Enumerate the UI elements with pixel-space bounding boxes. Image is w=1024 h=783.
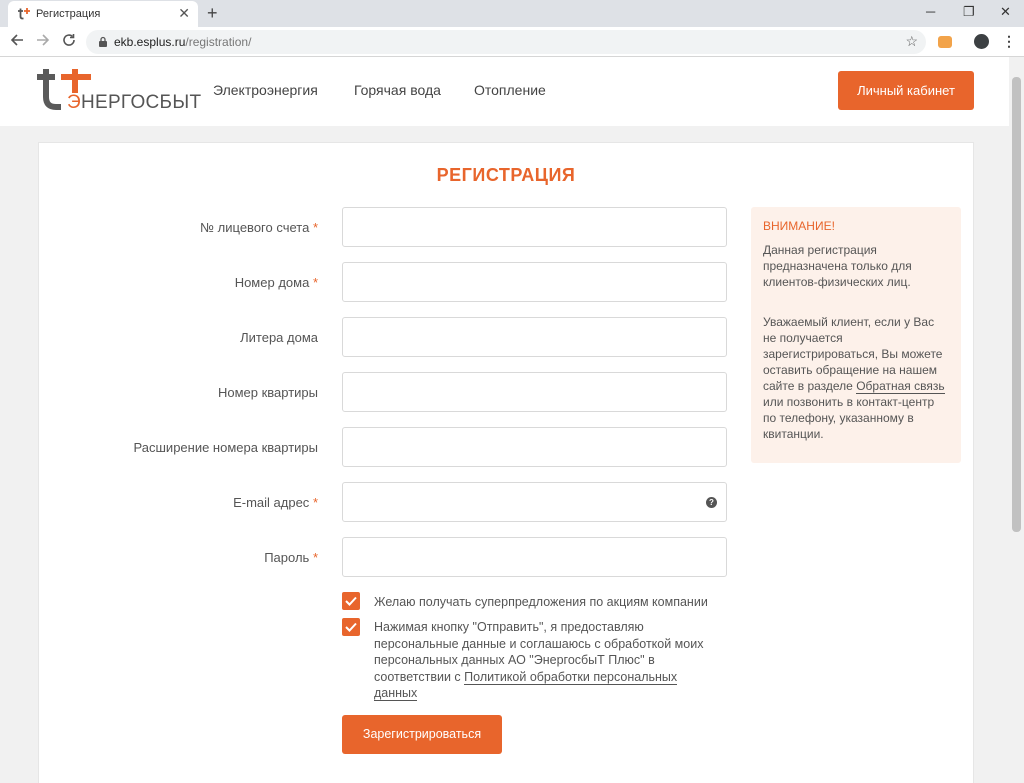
- consent-line-4: соответствии с Политикой обработки персо…: [374, 669, 703, 686]
- tab-title: Регистрация: [36, 8, 101, 20]
- minimize-button[interactable]: ─: [926, 3, 935, 21]
- new-tab-button[interactable]: +: [207, 3, 218, 23]
- window-close-button[interactable]: ✕: [1000, 3, 1011, 21]
- house-number-label-text: Номер дома: [234, 275, 310, 290]
- energosbyt-logo[interactable]: ЭНЕРГОСБЫТ: [37, 65, 201, 115]
- tab-close-icon[interactable]: ✕: [178, 5, 190, 21]
- checkmark-icon: [345, 622, 357, 632]
- nav-electricity[interactable]: Электроэнергия: [213, 82, 318, 98]
- password-label: Пароль *: [264, 550, 318, 565]
- required-mark: *: [312, 495, 318, 510]
- consent-line-2: персональные данные и соглашаюсь с обраб…: [374, 636, 704, 651]
- address-bar[interactable]: ekb.esplus.ru/registration/ ☆: [86, 30, 926, 54]
- logo-text-main: НЕРГОСБЫТ: [80, 92, 202, 113]
- lock-icon: [99, 36, 107, 47]
- required-mark: *: [312, 275, 318, 290]
- consent-checkbox[interactable]: [342, 618, 360, 636]
- house-number-input[interactable]: [342, 262, 727, 302]
- password-label-text: Пароль: [264, 550, 310, 565]
- logo-text-accent: Э: [67, 92, 81, 113]
- consent-line-1: Нажимая кнопку "Отправить", я предоставл…: [374, 620, 644, 634]
- register-button[interactable]: Зарегистрироваться: [342, 715, 502, 754]
- required-mark: *: [312, 550, 318, 565]
- notice-paragraph-1: Данная регистрация предназначена только …: [763, 243, 912, 289]
- maximize-button[interactable]: ❐: [963, 3, 975, 21]
- house-letter-label: Литера дома: [240, 330, 318, 345]
- feedback-link[interactable]: Обратная связь: [856, 379, 945, 394]
- password-input[interactable]: [342, 537, 727, 577]
- personal-cabinet-button[interactable]: Личный кабинет: [838, 71, 974, 110]
- house-number-label: Номер дома *: [235, 275, 318, 290]
- email-input[interactable]: ?: [342, 482, 727, 522]
- site-header: ЭНЕРГОСБЫТ Электроэнергия Горячая вода О…: [0, 57, 1009, 126]
- profile-avatar-icon[interactable]: [974, 34, 989, 49]
- browser-tab-bar: Регистрация ✕ + ─ ❐ ✕: [0, 0, 1024, 27]
- browser-toolbar: ekb.esplus.ru/registration/ ☆: [0, 27, 1024, 57]
- site-favicon-icon: [18, 8, 30, 20]
- account-number-input[interactable]: [342, 207, 727, 247]
- notice-panel: ВНИМАНИЕ! Данная регистрация предназначе…: [751, 207, 961, 463]
- url-text: ekb.esplus.ru/registration/: [114, 35, 251, 49]
- browser-tab[interactable]: Регистрация ✕: [8, 1, 198, 27]
- privacy-policy-link[interactable]: Политикой обработки персональных: [464, 669, 678, 685]
- promo-checkbox-label: Желаю получать суперпредложения по акция…: [374, 595, 708, 609]
- notice-paragraph-2-after: или позвонить в контакт-центр по телефон…: [763, 395, 935, 441]
- house-letter-input[interactable]: [342, 317, 727, 357]
- apartment-extension-label: Расширение номера квартиры: [133, 440, 318, 455]
- email-label: E-mail адрес *: [233, 495, 318, 510]
- promo-checkbox[interactable]: [342, 592, 360, 610]
- apartment-number-label: Номер квартиры: [217, 385, 318, 400]
- extension-icon[interactable]: [938, 36, 952, 48]
- browser-menu-icon[interactable]: ⋮: [1002, 33, 1016, 49]
- consent-checkbox-label: Нажимая кнопку "Отправить", я предоставл…: [374, 619, 703, 702]
- registration-card: РЕГИСТРАЦИЯ № лицевого счета * Номер дом…: [38, 142, 974, 783]
- required-mark: *: [312, 220, 318, 235]
- bookmark-star-icon[interactable]: ☆: [905, 33, 918, 50]
- email-label-text: E-mail адрес: [233, 495, 310, 510]
- notice-title: ВНИМАНИЕ!: [763, 219, 835, 233]
- back-icon[interactable]: [10, 33, 24, 47]
- notice-paragraph-2: Уважаемый клиент, если у Вас не получает…: [763, 314, 949, 442]
- account-number-label-text: № лицевого счета: [200, 220, 310, 235]
- nav-hot-water[interactable]: Горячая вода: [354, 82, 441, 98]
- page-title: РЕГИСТРАЦИЯ: [436, 165, 576, 185]
- privacy-policy-link-cont[interactable]: данных: [374, 686, 418, 701]
- apartment-extension-input[interactable]: [342, 427, 727, 467]
- page-scrollbar[interactable]: [1009, 57, 1024, 783]
- reload-icon[interactable]: [62, 33, 76, 47]
- email-help-icon[interactable]: ?: [706, 497, 717, 508]
- url-path: /registration/: [185, 35, 252, 49]
- apartment-number-input[interactable]: [342, 372, 727, 412]
- nav-heating[interactable]: Отопление: [474, 82, 546, 98]
- forward-icon[interactable]: [36, 33, 50, 47]
- account-number-label: № лицевого счета *: [200, 220, 318, 235]
- url-host: ekb.esplus.ru: [114, 35, 186, 49]
- checkmark-icon: [345, 596, 357, 606]
- logo-text: ЭНЕРГОСБЫТ: [67, 92, 201, 114]
- scrollbar-thumb[interactable]: [1012, 77, 1021, 532]
- consent-line-3: персональных данных АО "ЭнергосбыТ Плюс"…: [374, 653, 655, 667]
- consent-line-4-prefix: соответствии с: [374, 669, 465, 684]
